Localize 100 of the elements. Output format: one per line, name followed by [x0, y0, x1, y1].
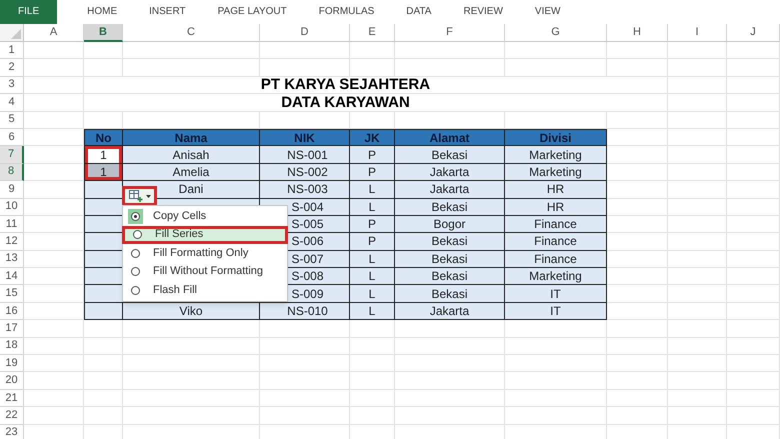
- sheet-cell[interactable]: [668, 372, 727, 390]
- sheet-cell[interactable]: [668, 146, 727, 164]
- sheet-cell[interactable]: [84, 390, 123, 408]
- sheet-cell[interactable]: [350, 355, 395, 372]
- sheet-cell[interactable]: [350, 338, 395, 356]
- sheet-cell[interactable]: [24, 42, 84, 60]
- sheet-cell[interactable]: [260, 407, 350, 425]
- ribbon-tab[interactable]: PAGE LAYOUT: [202, 0, 303, 24]
- sheet-cell[interactable]: [607, 181, 668, 199]
- sheet-cell[interactable]: [607, 233, 668, 251]
- sheet-cell[interactable]: [350, 407, 395, 425]
- sheet-cell[interactable]: [260, 338, 350, 356]
- sheet-cell[interactable]: [607, 76, 668, 94]
- sheet-cell[interactable]: [84, 372, 123, 390]
- sheet-cell[interactable]: [350, 390, 395, 408]
- sheet-cell[interactable]: [668, 128, 727, 146]
- row-header[interactable]: 11: [0, 216, 24, 234]
- sheet-cell[interactable]: [727, 146, 780, 164]
- row-header[interactable]: 5: [0, 112, 24, 129]
- sheet-cell[interactable]: [350, 372, 395, 390]
- sheet-cell[interactable]: [607, 164, 668, 182]
- sheet-cell[interactable]: [123, 320, 260, 338]
- sheet-cell[interactable]: [350, 42, 395, 60]
- sheet-cell[interactable]: [24, 407, 84, 425]
- sheet-cell[interactable]: [24, 94, 84, 112]
- sheet-cell[interactable]: [24, 372, 84, 390]
- sheet-cell[interactable]: [505, 320, 607, 338]
- sheet-cell[interactable]: [123, 355, 260, 372]
- sheet-cell[interactable]: [607, 390, 668, 408]
- column-header[interactable]: F: [395, 24, 505, 42]
- row-header[interactable]: 20: [0, 372, 24, 390]
- sheet-cell[interactable]: [123, 372, 260, 390]
- sheet-cell[interactable]: [668, 302, 727, 320]
- row-header[interactable]: 6: [0, 128, 24, 146]
- sheet-cell[interactable]: [668, 42, 727, 60]
- sheet-cell[interactable]: [607, 338, 668, 356]
- sheet-cell[interactable]: [668, 268, 727, 286]
- ribbon-tab[interactable]: DATA: [390, 0, 448, 24]
- sheet-cell[interactable]: [505, 407, 607, 425]
- sheet-cell[interactable]: [395, 59, 505, 77]
- sheet-cell[interactable]: [607, 42, 668, 60]
- sheet-cell[interactable]: [727, 233, 780, 251]
- column-header[interactable]: H: [607, 24, 668, 42]
- sheet-cell[interactable]: [607, 94, 668, 112]
- row-header[interactable]: 1: [0, 42, 24, 60]
- sheet-cell[interactable]: [395, 355, 505, 372]
- sheet-cell[interactable]: [84, 59, 123, 77]
- sheet-cell[interactable]: [727, 268, 780, 286]
- sheet-cell[interactable]: [24, 320, 84, 338]
- sheet-cell[interactable]: [668, 407, 727, 425]
- sheet-cell[interactable]: [668, 181, 727, 199]
- sheet-cell[interactable]: [727, 94, 780, 112]
- row-header[interactable]: 16: [0, 302, 24, 320]
- sheet-cell[interactable]: [727, 355, 780, 372]
- sheet-cell[interactable]: [505, 42, 607, 60]
- sheet-cell[interactable]: [607, 112, 668, 129]
- sheet-cell[interactable]: [727, 164, 780, 182]
- sheet-cell[interactable]: [505, 372, 607, 390]
- sheet-cell[interactable]: [607, 146, 668, 164]
- sheet-cell[interactable]: [727, 42, 780, 60]
- sheet-cell[interactable]: [24, 390, 84, 408]
- sheet-cell[interactable]: [123, 42, 260, 60]
- row-header[interactable]: 8: [0, 164, 24, 182]
- sheet-cell[interactable]: [607, 216, 668, 234]
- sheet-cell[interactable]: [727, 338, 780, 356]
- sheet-cell[interactable]: [395, 390, 505, 408]
- sheet-cell[interactable]: [607, 128, 668, 146]
- sheet-cell[interactable]: [668, 233, 727, 251]
- sheet-cell[interactable]: [84, 355, 123, 372]
- sheet-cell[interactable]: [260, 59, 350, 77]
- ribbon-tab[interactable]: REVIEW: [447, 0, 519, 24]
- sheet-cell[interactable]: [607, 407, 668, 425]
- sheet-cell[interactable]: [123, 338, 260, 356]
- sheet-cell[interactable]: [668, 164, 727, 182]
- sheet-cell[interactable]: [668, 390, 727, 408]
- sheet-cell[interactable]: [727, 112, 780, 129]
- sheet-cell[interactable]: [24, 338, 84, 356]
- row-header[interactable]: 12: [0, 233, 24, 251]
- sheet-cell[interactable]: [668, 59, 727, 77]
- sheet-cell[interactable]: [668, 76, 727, 94]
- sheet-cell[interactable]: [668, 94, 727, 112]
- radio-button[interactable]: [128, 208, 143, 224]
- sheet-cell[interactable]: [350, 320, 395, 338]
- sheet-cell[interactable]: [24, 355, 84, 372]
- sheet-cell[interactable]: [395, 320, 505, 338]
- sheet-cell[interactable]: [727, 216, 780, 234]
- row-header[interactable]: 22: [0, 407, 24, 425]
- sheet-cell[interactable]: [260, 320, 350, 338]
- column-header[interactable]: A: [24, 24, 84, 42]
- row-header[interactable]: 21: [0, 390, 24, 408]
- row-header[interactable]: 10: [0, 198, 24, 216]
- sheet-cell[interactable]: [668, 216, 727, 234]
- row-header[interactable]: 9: [0, 181, 24, 199]
- ribbon-tab[interactable]: VIEW: [518, 0, 576, 24]
- row-header[interactable]: 13: [0, 250, 24, 268]
- row-header[interactable]: 19: [0, 355, 24, 372]
- sheet-cell[interactable]: [84, 320, 123, 338]
- sheet-cell[interactable]: [668, 250, 727, 268]
- sheet-cell[interactable]: [607, 372, 668, 390]
- sheet-cell[interactable]: [395, 42, 505, 60]
